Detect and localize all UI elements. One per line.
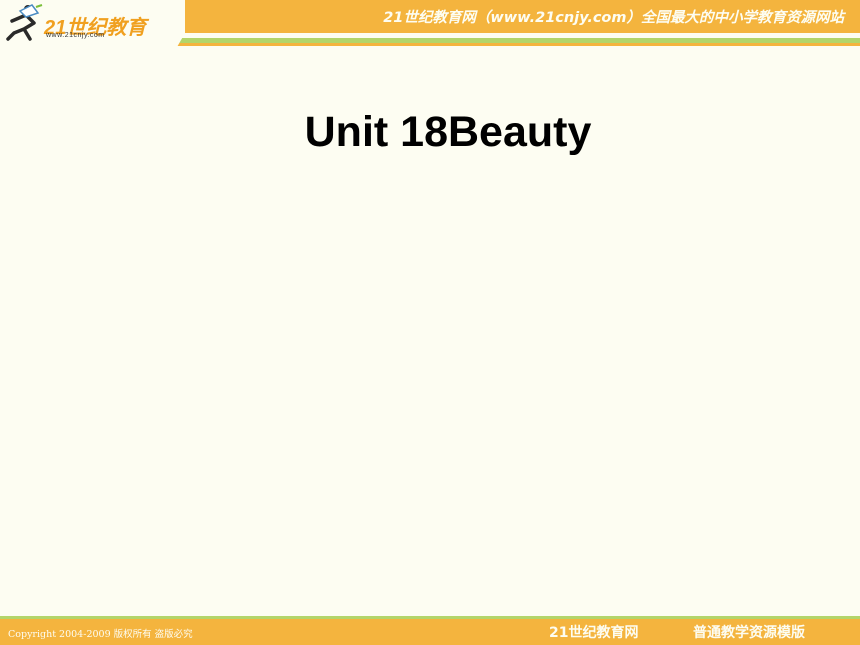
logo-url: www.21cnjy.com — [46, 32, 105, 39]
slide-title: Unit 18Beauty — [304, 108, 592, 156]
footer-template-label: 普通教学资源模版 — [693, 625, 805, 641]
runner-icon — [6, 4, 43, 41]
footer-site-name: 21世纪教育网 — [549, 625, 639, 641]
copyright-text: Copyright 2004-2009 版权所有 盗版必究 — [8, 629, 193, 640]
footer-divider — [0, 616, 860, 619]
header-highlight — [180, 33, 860, 38]
site-tagline: 21世纪教育网（www.21cnjy.com）全国最大的中小学教育资源网站 — [383, 10, 844, 26]
site-logo: 21世纪教育 www.21cnjy.com — [0, 0, 185, 46]
